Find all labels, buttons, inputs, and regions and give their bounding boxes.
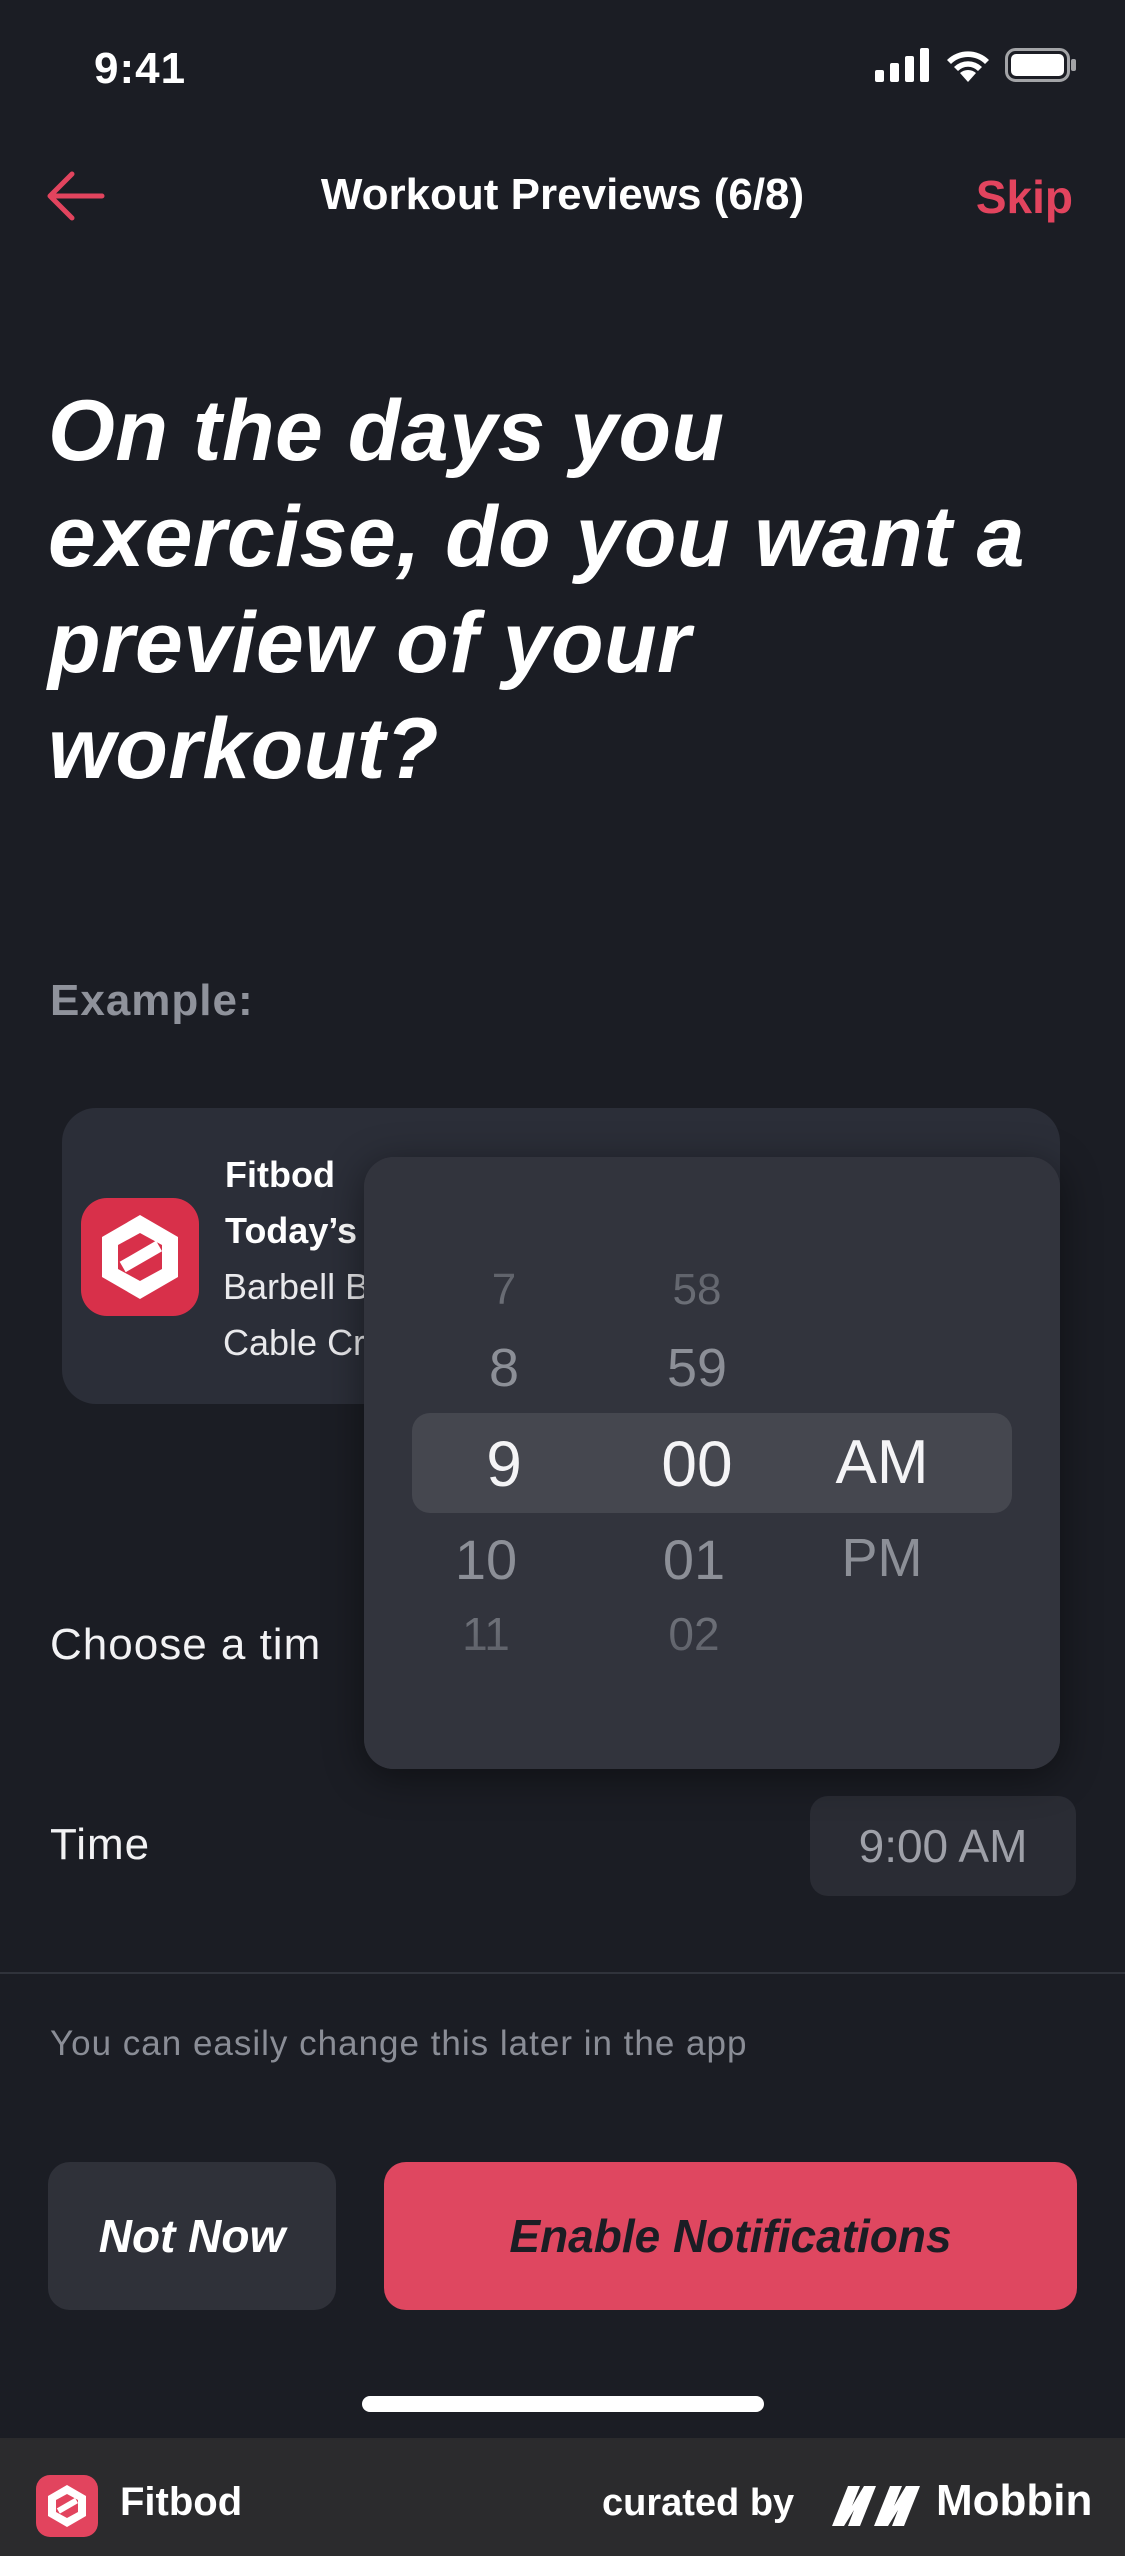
- wifi-icon: [947, 51, 989, 82]
- page-title: Workout Previews (6/8): [320, 170, 805, 219]
- picker-minute-selected[interactable]: 00: [661, 1427, 732, 1501]
- cellular-signal-icon: [875, 48, 929, 82]
- time-label: Time: [50, 1820, 151, 1869]
- notification-title: Today’s ’: [225, 1210, 378, 1251]
- picker-hour-option[interactable]: 8: [489, 1337, 519, 1399]
- headline: On the days you exercise, do you want a …: [48, 383, 1025, 797]
- picker-minute-option[interactable]: 02: [668, 1607, 719, 1661]
- enable-notifications-button[interactable]: Enable Notifications: [384, 2162, 1077, 2310]
- notification-line: Cable Cr: [223, 1322, 366, 1363]
- picker-minute-option[interactable]: 59: [667, 1337, 727, 1399]
- time-field[interactable]: 9:00 AM: [810, 1796, 1076, 1896]
- not-now-button[interactable]: Not Now: [48, 2162, 336, 2310]
- status-time: 9:41: [94, 44, 187, 93]
- picker-hour-selected[interactable]: 9: [486, 1427, 522, 1501]
- mobbin-logo-icon: [830, 2482, 922, 2533]
- picker-minute-option[interactable]: 01: [663, 1527, 725, 1592]
- status-icons: [875, 48, 1077, 82]
- home-indicator: [362, 2396, 764, 2412]
- picker-hour-option[interactable]: 11: [462, 1607, 510, 1661]
- picker-period-option[interactable]: PM: [842, 1527, 923, 1589]
- footer-app-name: Fitbod: [120, 2480, 243, 2524]
- fitbod-logo-icon: [81, 1198, 199, 1316]
- picker-hour-option[interactable]: 10: [455, 1527, 517, 1592]
- notification-line: Barbell B: [223, 1266, 370, 1307]
- time-picker[interactable]: 7 8 9 10 11 58 59 00 01 02 AM PM: [364, 1157, 1060, 1769]
- hint-text: You can easily change this later in the …: [50, 2024, 748, 2063]
- skip-button[interactable]: Skip: [976, 170, 1073, 224]
- footer-curated-by: curated by: [602, 2482, 795, 2524]
- divider: [0, 1972, 1125, 1974]
- picker-hour-option[interactable]: 7: [492, 1265, 516, 1315]
- choose-time-label: Choose a tim: [50, 1620, 322, 1669]
- footer-brand-name: Mobbin: [936, 2476, 1093, 2525]
- picker-period-selected[interactable]: AM: [836, 1427, 929, 1498]
- battery-icon: [1005, 48, 1076, 82]
- fitbod-logo-icon: [36, 2475, 98, 2537]
- picker-minute-option[interactable]: 58: [673, 1265, 722, 1315]
- example-label: Example:: [50, 976, 254, 1025]
- notification-app-name: Fitbod: [225, 1154, 335, 1195]
